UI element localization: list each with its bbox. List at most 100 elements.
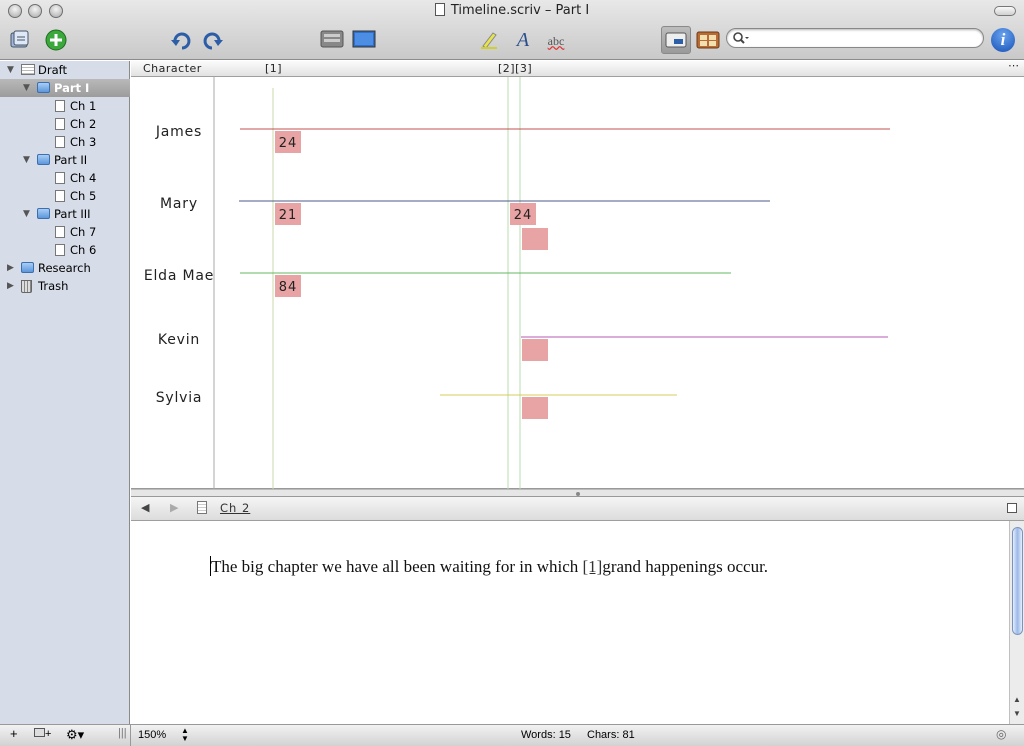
composition-mode-button[interactable] <box>351 28 377 50</box>
text-editor[interactable]: The big chapter we have all been waiting… <box>131 521 1009 724</box>
draft-icon <box>21 64 35 75</box>
redo-button[interactable] <box>202 30 224 50</box>
page-icon <box>55 226 65 238</box>
gear-menu-icon[interactable]: ⚙▾ <box>66 727 84 743</box>
binder-item-label: Part III <box>54 207 91 221</box>
corkboard-icon <box>696 31 720 49</box>
page-icon <box>55 244 65 256</box>
split-divider[interactable] <box>131 489 1024 497</box>
scrivenings-button[interactable] <box>319 28 345 50</box>
toolbar-toggle-button[interactable] <box>994 6 1016 16</box>
highlight-button[interactable] <box>478 28 500 50</box>
timeline-event-card[interactable] <box>522 339 548 361</box>
page-icon <box>55 136 65 148</box>
binder-item-label: Ch 2 <box>70 117 97 131</box>
sidebar-resize-handle-icon[interactable]: ||| <box>118 727 127 739</box>
binder-item-draft[interactable]: ▼ Draft <box>0 61 130 79</box>
binder-item-part-i[interactable]: ▼ Part I <box>0 79 130 97</box>
page-icon <box>55 172 65 184</box>
scrollbar-thumb[interactable] <box>1012 527 1023 635</box>
trash-icon <box>21 280 32 293</box>
timeline-marker-1[interactable]: [1] <box>265 62 282 75</box>
timeline-marker-2-3[interactable]: [2][3] <box>498 62 532 75</box>
add-folder-icon[interactable]: + <box>34 728 51 740</box>
corkboard-button[interactable] <box>695 28 721 52</box>
add-button[interactable] <box>44 28 68 52</box>
folder-icon <box>37 154 50 165</box>
status-bar: + + ⚙▾ ||| 150% ▲ ▼ Words: 15 Chars: 81 ◎ <box>0 724 1024 746</box>
timeline-event-card[interactable] <box>522 228 548 250</box>
undo-button[interactable] <box>170 30 192 50</box>
composition-icon <box>352 30 376 48</box>
event-label: 24 <box>514 208 533 223</box>
split-editor-icon[interactable] <box>1007 503 1017 516</box>
binder-item-ch-3[interactable]: Ch 3 <box>0 133 130 151</box>
disclosure-expanded-icon[interactable]: ▼ <box>23 209 30 219</box>
binder-toggle-button[interactable] <box>8 28 32 52</box>
document-icon <box>434 3 445 16</box>
disclosure-collapsed-icon[interactable]: ▶ <box>7 263 14 273</box>
scrivenings-icon <box>320 30 344 48</box>
more-options-icon[interactable]: ⋯ <box>1008 59 1020 72</box>
binder-item-label: Ch 5 <box>70 189 97 203</box>
search-field[interactable] <box>726 28 984 48</box>
binder-item-ch-1[interactable]: Ch 1 <box>0 97 130 115</box>
disclosure-expanded-icon[interactable]: ▼ <box>23 155 30 165</box>
character-name: Elda Mae <box>144 268 214 284</box>
character-column-header: Character <box>143 62 202 75</box>
binder-item-ch-4[interactable]: Ch 4 <box>0 169 130 187</box>
zoom-stepper-icon[interactable]: ▲ ▼ <box>181 727 189 743</box>
redo-icon <box>203 32 223 50</box>
zoom-select[interactable]: 150% <box>138 729 166 741</box>
timeline-event-card[interactable] <box>522 397 548 419</box>
splitter-grip-icon <box>576 492 580 496</box>
binder-item-ch-5[interactable]: Ch 5 <box>0 187 130 205</box>
editor-text-before: The big chapter we have all been waiting… <box>211 557 583 576</box>
binder-item-label: Part II <box>54 153 88 167</box>
editor-content[interactable]: The big chapter we have all been waiting… <box>210 556 768 577</box>
page-icon <box>55 190 65 202</box>
page-icon <box>55 100 65 112</box>
document-title[interactable]: Ch 2 <box>220 501 250 515</box>
target-icon[interactable]: ◎ <box>996 727 1006 741</box>
highlight-icon <box>481 32 497 49</box>
binder-item-part-iii[interactable]: ▼ Part III <box>0 205 130 223</box>
binder-item-label: Part I <box>54 81 90 95</box>
disclosure-expanded-icon[interactable]: ▼ <box>7 65 14 75</box>
scroll-down-icon[interactable]: ▼ <box>1013 709 1021 718</box>
info-button[interactable]: i <box>991 28 1015 52</box>
spelling-icon: abc <box>547 33 565 48</box>
disclosure-expanded-icon[interactable]: ▼ <box>23 83 30 93</box>
binder-item-research[interactable]: ▶ Research <box>0 259 130 277</box>
disclosure-collapsed-icon[interactable]: ▶ <box>7 281 14 291</box>
binder-icon <box>10 30 29 48</box>
page-icon <box>55 118 65 130</box>
binder-item-ch-7[interactable]: Ch 7 <box>0 223 130 241</box>
back-arrow-icon[interactable]: ◀ <box>141 501 149 514</box>
event-label: 24 <box>279 136 298 151</box>
window-toolbar: Timeline.scriv – Part I A abc i <box>0 0 1024 60</box>
document-page-icon[interactable] <box>197 501 207 517</box>
search-input[interactable] <box>751 31 976 46</box>
folder-icon <box>37 208 50 219</box>
binder-item-label: Ch 4 <box>70 171 97 185</box>
inspector-toggle-button[interactable] <box>661 26 691 54</box>
spelling-button[interactable]: abc <box>543 32 569 50</box>
add-item-icon[interactable]: + <box>10 726 18 741</box>
binder-item-part-ii[interactable]: ▼ Part II <box>0 151 130 169</box>
inline-annotation-link[interactable]: [1] <box>583 557 603 576</box>
undo-icon <box>171 32 191 50</box>
inspector-toggle-icon <box>665 32 687 48</box>
binder-item-ch-6[interactable]: Ch 6 <box>0 241 130 259</box>
binder-item-label: Trash <box>38 279 69 293</box>
vertical-scrollbar[interactable]: ▲ ▼ <box>1009 521 1024 724</box>
binder-item-trash[interactable]: ▶ Trash <box>0 277 130 295</box>
character-name: Kevin <box>158 332 200 348</box>
binder-item-ch-2[interactable]: Ch 2 <box>0 115 130 133</box>
binder-item-label: Ch 7 <box>70 225 97 239</box>
forward-arrow-icon[interactable]: ▶ <box>170 501 178 514</box>
binder-item-label: Ch 3 <box>70 135 97 149</box>
character-name: Mary <box>160 196 198 212</box>
fonts-button[interactable]: A <box>512 28 534 52</box>
scroll-up-icon[interactable]: ▲ <box>1013 695 1021 704</box>
